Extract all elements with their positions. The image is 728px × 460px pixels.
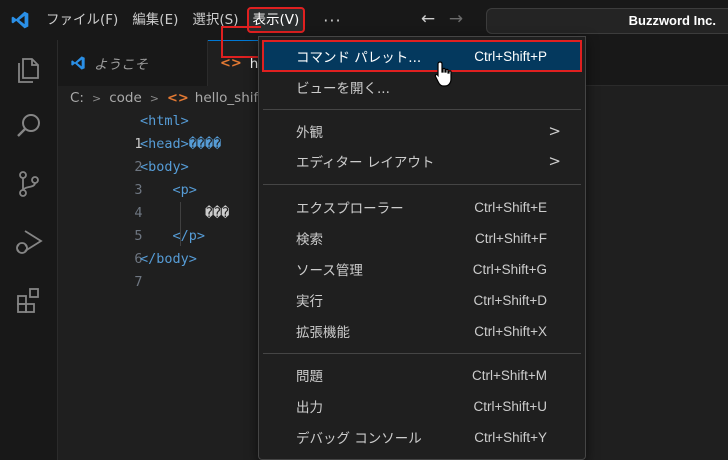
chevron-right-icon: >: [91, 91, 102, 105]
breadcrumb-item[interactable]: C:: [70, 90, 84, 106]
title-bar: ファイル(F) 編集(E) 選択(S) 表示(V) ··· ← → Buzzwo…: [0, 0, 728, 40]
menu-divider: [263, 109, 581, 110]
annotation-line: [221, 26, 261, 28]
code-line: 1 <html>: [134, 113, 189, 152]
menu-item-explorer[interactable]: エクスプローラー Ctrl+Shift+E: [263, 192, 581, 222]
view-menu-dropdown: コマンド パレット... Ctrl+Shift+P ビューを開く... 外観 >…: [258, 36, 586, 460]
menu-item-appearance[interactable]: 外観 >: [263, 116, 581, 146]
shortcut-label: Ctrl+Shift+F: [474, 230, 547, 246]
code-line: 3 <body>: [134, 159, 189, 198]
chevron-right-icon: >: [149, 91, 159, 105]
tab-label: ようこそ: [94, 57, 148, 73]
back-arrow-icon[interactable]: ←: [414, 9, 442, 29]
shortcut-label: Ctrl+Shift+P: [474, 48, 547, 64]
tab-welcome[interactable]: ようこそ: [58, 40, 208, 86]
breadcrumb-item[interactable]: code: [109, 90, 142, 106]
menu-item-open-view[interactable]: ビューを開く...: [263, 72, 581, 102]
chevron-right-icon: >: [548, 122, 561, 140]
annotation-line: [221, 56, 261, 58]
menu-item-output[interactable]: 出力 Ctrl+Shift+U: [263, 391, 581, 421]
shortcut-label: Ctrl+Shift+X: [474, 323, 547, 339]
code-line: 5 ���: [134, 205, 230, 244]
menu-item-run[interactable]: 実行 Ctrl+Shift+D: [263, 285, 581, 315]
chevron-right-icon: >: [548, 152, 561, 170]
shortcut-label: Ctrl+Shift+D: [473, 292, 547, 308]
breadcrumb: C: > code > <> hello_shift: [70, 86, 263, 110]
shortcut-label: Ctrl+Shift+U: [473, 398, 547, 414]
menu-divider: [263, 353, 581, 354]
vscode-logo-icon: [71, 56, 85, 70]
code-line: 2 <head>����: [134, 136, 222, 175]
menu-selection[interactable]: 選択(S): [186, 7, 244, 33]
forward-arrow-icon[interactable]: →: [442, 9, 470, 29]
shortcut-label: Ctrl+Shift+M: [471, 367, 547, 383]
html-file-icon: <>: [220, 56, 242, 71]
shortcut-label: Ctrl+Shift+E: [474, 199, 547, 215]
explorer-icon[interactable]: [13, 54, 45, 86]
menu-item-search[interactable]: 検索 Ctrl+Shift+F: [263, 223, 581, 253]
menu-item-problems[interactable]: 問題 Ctrl+Shift+M: [263, 360, 581, 390]
breadcrumb-item[interactable]: hello_shift: [195, 90, 264, 106]
run-debug-icon[interactable]: [13, 226, 45, 258]
annotation-line: [221, 26, 223, 58]
code-line: 7 </body>: [134, 251, 197, 290]
menu-item-source-control[interactable]: ソース管理 Ctrl+Shift+G: [263, 254, 581, 284]
command-center-search[interactable]: Buzzword Inc.: [486, 8, 728, 34]
shortcut-label: Ctrl+Shift+G: [472, 261, 547, 277]
menu-divider: [263, 184, 581, 185]
menu-file[interactable]: ファイル(F): [40, 7, 124, 33]
menu-item-debug-console[interactable]: デバッグ コンソール Ctrl+Shift+Y: [263, 422, 581, 452]
html-file-icon: <>: [166, 90, 189, 106]
activity-bar: [0, 40, 58, 460]
vscode-logo-icon: [0, 0, 40, 40]
window-title: Buzzword Inc.: [628, 13, 716, 28]
extensions-icon[interactable]: [13, 284, 45, 316]
code-line: 6 </p>: [134, 228, 206, 267]
menu-view[interactable]: 表示(V): [246, 7, 306, 33]
menu-item-editor-layout[interactable]: エディター レイアウト >: [263, 146, 581, 176]
menu-edit[interactable]: 編集(E): [126, 7, 184, 33]
menu-item-extensions[interactable]: 拡張機能 Ctrl+Shift+X: [263, 316, 581, 346]
source-control-icon[interactable]: [13, 168, 45, 200]
shortcut-label: Ctrl+Shift+Y: [474, 429, 547, 445]
menu-item-command-palette[interactable]: コマンド パレット... Ctrl+Shift+P: [262, 40, 582, 72]
hand-cursor-icon: [434, 61, 452, 87]
menu-bar: ファイル(F) 編集(E) 選択(S) 表示(V) ···: [40, 0, 350, 40]
more-menus-button[interactable]: ···: [315, 11, 349, 30]
search-icon[interactable]: [13, 110, 45, 142]
code-line: 4 <p>: [134, 182, 197, 221]
